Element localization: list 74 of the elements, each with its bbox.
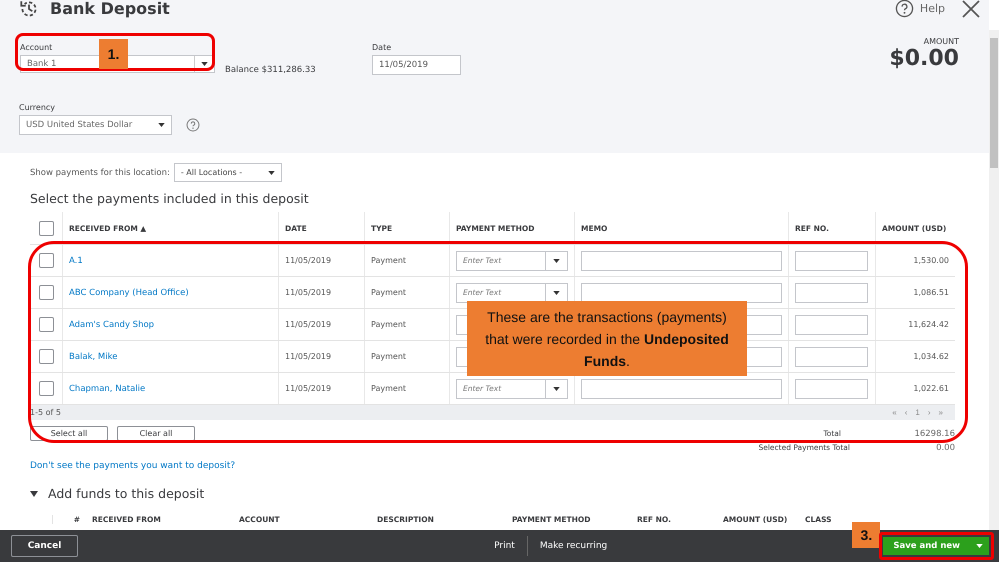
table-cell: 11/05/2019 [285, 288, 332, 297]
close-icon[interactable] [961, 0, 981, 18]
table-cell: 11/05/2019 [285, 384, 332, 393]
table-cell: Payment [371, 384, 406, 393]
table-cell: 11/05/2019 [285, 256, 332, 265]
caret-icon [201, 62, 208, 66]
table-cell: Payment [371, 256, 406, 265]
caret-icon [268, 170, 275, 174]
currency-dropdown[interactable]: USD United States Dollar [19, 115, 172, 135]
table-cell: Payment [371, 288, 406, 297]
ref-field[interactable] [795, 282, 868, 302]
total-value: 16298.16 [913, 428, 955, 438]
print-button[interactable]: Print [482, 541, 527, 551]
caret-icon [976, 544, 983, 548]
account-label: Account [20, 43, 54, 52]
customer-link[interactable]: ABC Company (Head Office) [69, 288, 189, 298]
row-checkbox[interactable] [38, 381, 54, 396]
step-callout: 3. [852, 522, 880, 548]
memo-field[interactable] [581, 378, 782, 398]
customer-link[interactable]: Balak, Mike [69, 352, 118, 362]
balance-text: Balance $311,286.33 [225, 65, 317, 75]
caret-icon [553, 258, 560, 262]
date-field[interactable]: 11/05/2019 [372, 55, 461, 75]
amount-label: AMOUNT [924, 37, 959, 46]
row-checkbox[interactable] [38, 349, 54, 364]
caret-icon [158, 123, 165, 127]
amount-value: $0.00 [889, 46, 959, 71]
caret-icon [553, 386, 560, 390]
table-cell: 1,530.00 [913, 256, 949, 265]
customer-link[interactable]: A.1 [69, 256, 83, 266]
table-cell: 1,034.62 [913, 352, 949, 361]
ref-field[interactable] [795, 346, 868, 366]
caret-icon [553, 290, 560, 294]
selected-total-value: 0.00 [935, 443, 955, 453]
select-all-checkbox[interactable] [38, 220, 54, 236]
row-count: 1-5 of 5 [30, 408, 61, 417]
step-callout: 1. [99, 39, 128, 69]
memo-field[interactable] [581, 282, 782, 302]
ref-field[interactable] [795, 378, 868, 398]
table-cell: Payment [371, 352, 406, 361]
currency-label: Currency [19, 103, 56, 112]
customer-link[interactable]: Adam's Candy Shop [69, 320, 154, 330]
row-checkbox[interactable] [38, 253, 54, 268]
expand-toggle-icon[interactable] [30, 490, 38, 498]
make-recurring-button[interactable]: Make recurring [528, 541, 620, 551]
location-label: Show payments for this location: [30, 168, 170, 178]
dropdown-button[interactable] [545, 378, 568, 398]
location-dropdown[interactable]: - All Locations - [174, 163, 282, 182]
row-checkbox[interactable] [38, 285, 54, 300]
table-cell: 1,022.61 [913, 384, 949, 393]
section-heading: Add funds to this deposit [48, 486, 204, 501]
customer-link[interactable]: Chapman, Natalie [69, 384, 146, 394]
help-icon[interactable] [186, 118, 200, 132]
select-all-button[interactable]: Select all [30, 426, 108, 441]
help-icon [894, 0, 914, 18]
table-cell: 1,086.51 [913, 288, 949, 297]
help-button[interactable]: Help [894, 0, 945, 18]
ref-field[interactable] [795, 314, 868, 334]
table-cell: Payment [371, 320, 406, 329]
clear-all-button[interactable]: Clear all [117, 426, 195, 441]
dropdown-button[interactable] [545, 250, 568, 270]
ref-field[interactable] [795, 250, 868, 270]
scrollbar[interactable] [989, 30, 999, 530]
table-cell: 11/05/2019 [285, 352, 332, 361]
memo-field[interactable] [581, 250, 782, 270]
table-cell: 11/05/2019 [285, 320, 332, 329]
note-tooltip: These are the transactions (payments) that were recorded in the Undeposited Funds. [467, 301, 747, 376]
window-title: Bank Deposit [50, 0, 170, 17]
date-label: Date [372, 43, 392, 52]
missing-payments-link[interactable]: Don't see the payments you want to deposit? [30, 461, 236, 471]
row-checkbox[interactable] [38, 317, 54, 332]
table-cell: 11,624.42 [908, 320, 949, 329]
section-heading: Select the payments included in this deposit [30, 191, 310, 206]
cancel-button[interactable]: Cancel [11, 535, 78, 557]
